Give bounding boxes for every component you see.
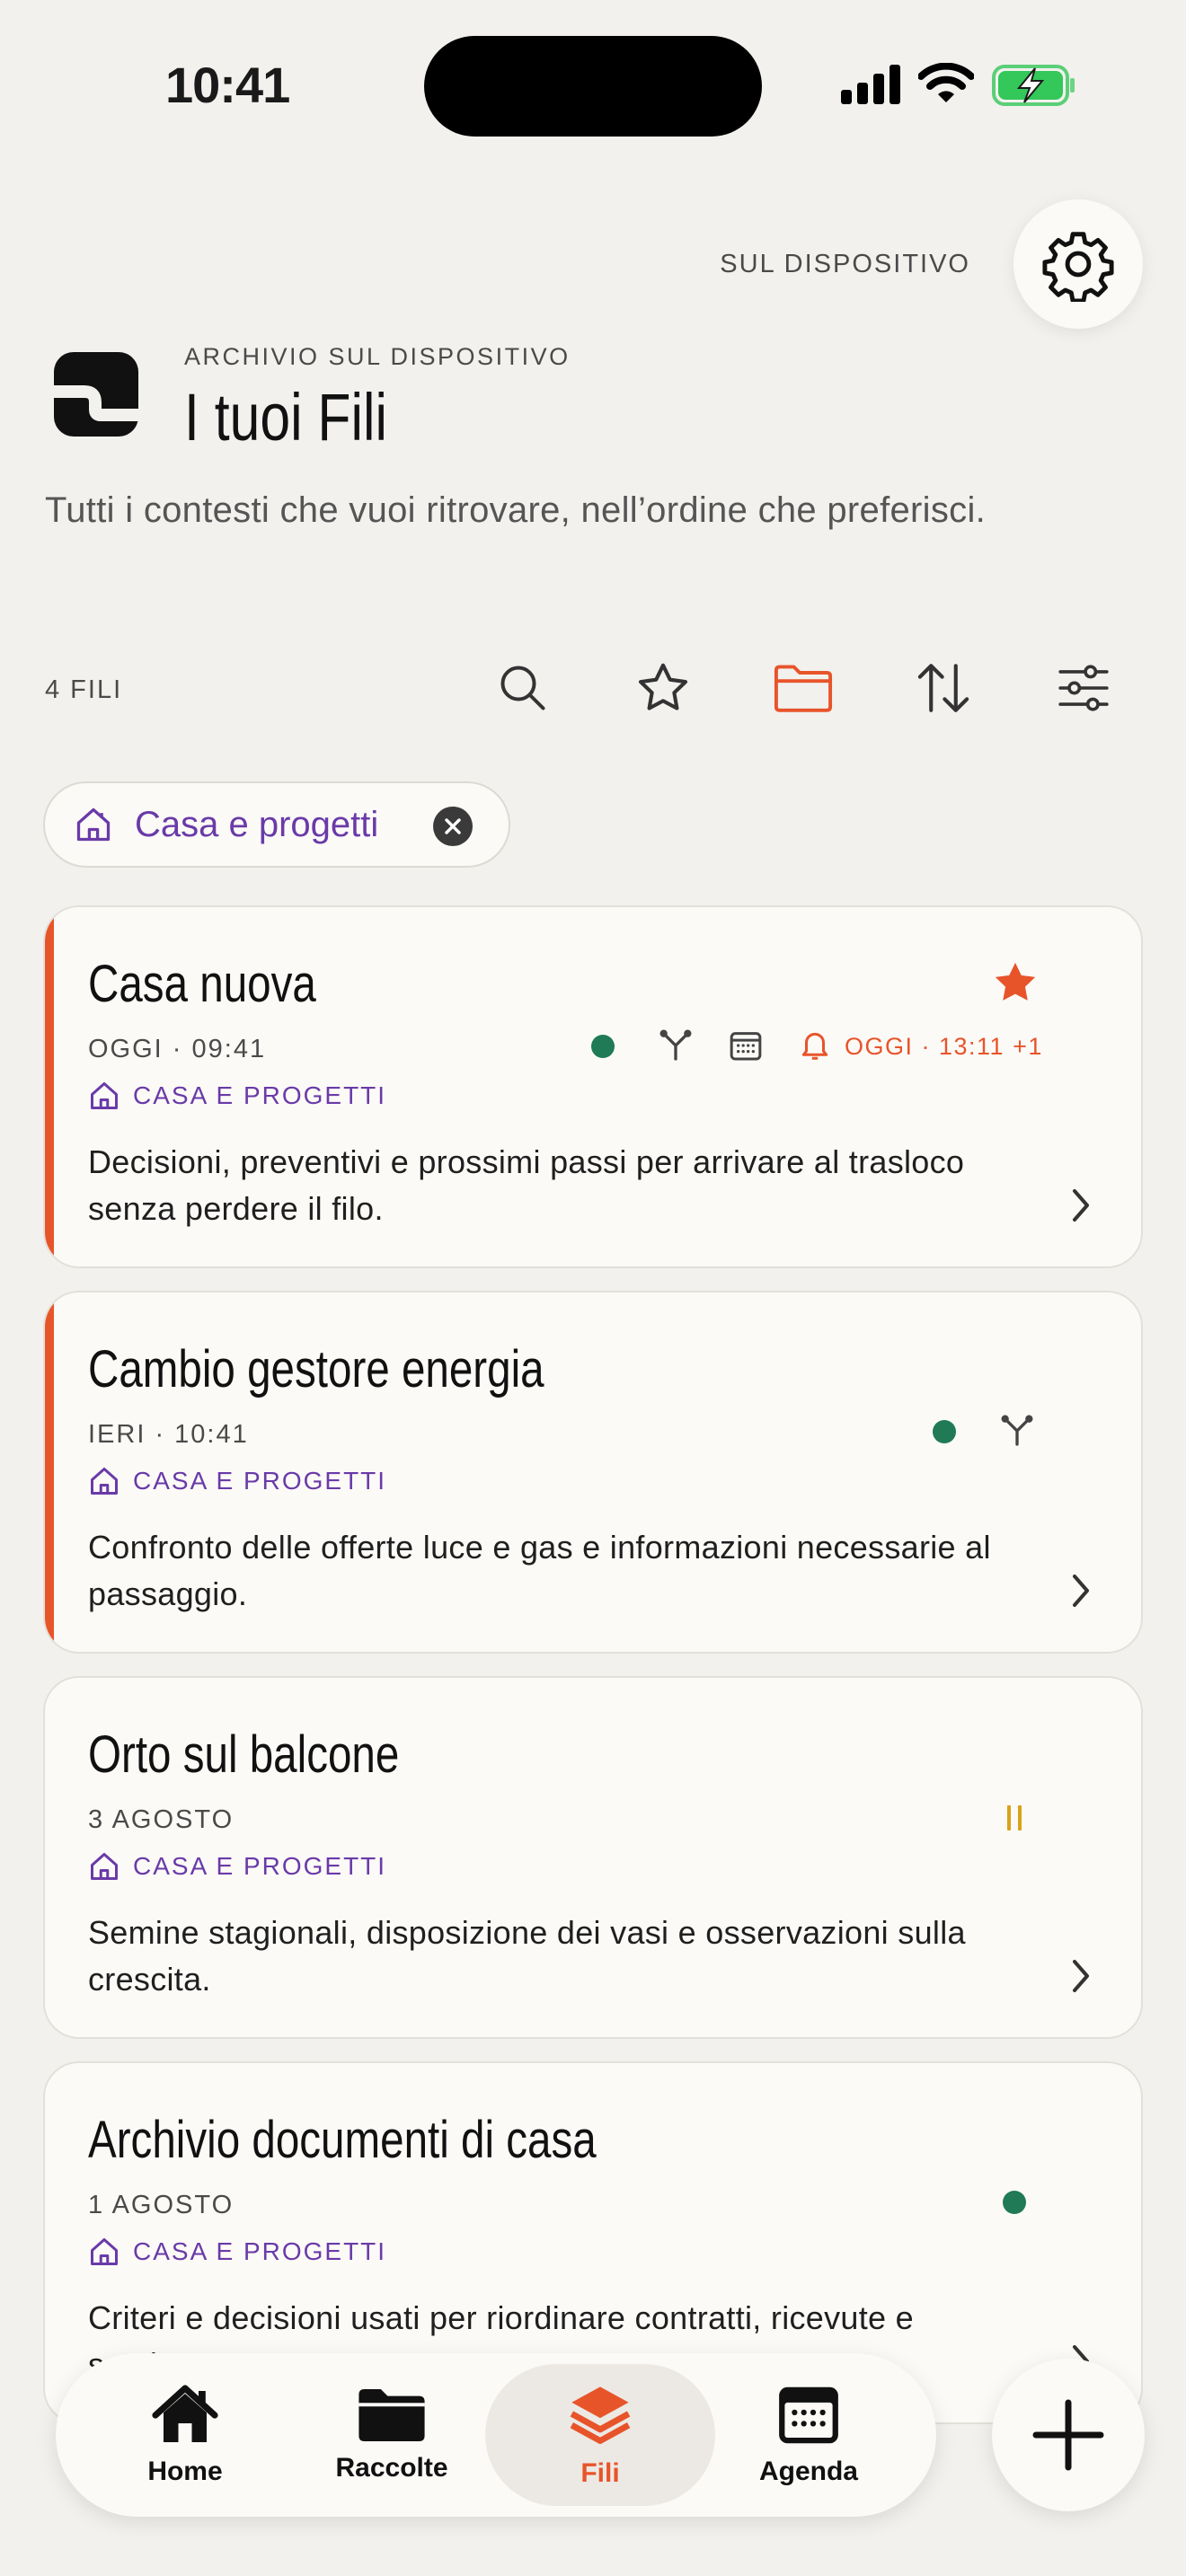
thread-description: Decisioni, preventivi e prossimi passi p… (88, 1143, 965, 1227)
thread-date: OGGI · 09:41 (88, 1035, 267, 1063)
thread-category: CASA E PROGETTI (133, 1467, 387, 1495)
threads-count: 4 FILI (45, 675, 123, 704)
thread-description: Semine stagionali, disposizione dei vasi… (88, 1914, 966, 1998)
reminder-label: OGGI · 13:11 +1 (845, 1033, 1043, 1060)
tab-fili-label: Fili (580, 2458, 620, 2488)
home-icon (152, 2385, 218, 2442)
status-time: 10:41 (165, 57, 290, 113)
filter-chip-label: Casa e progetti (135, 804, 379, 844)
thread-date: IERI · 10:41 (88, 1420, 249, 1449)
page-title: I tuoi Fili (184, 380, 387, 454)
thread-card[interactable]: Orto sul balcone 3 AGOSTO CASA E PROGETT… (43, 1676, 1143, 2039)
tab-home[interactable]: Home (77, 2353, 293, 2517)
branch-icon (1001, 1415, 1033, 1446)
chevron-right-icon (1073, 1575, 1089, 1607)
search-icon (500, 666, 545, 710)
tab-raccolte-label: Raccolte (335, 2453, 448, 2483)
pause-icon (1007, 1805, 1022, 1831)
sort-button[interactable] (907, 652, 979, 724)
tab-fili[interactable]: Fili (485, 2364, 715, 2506)
collections-filter-button[interactable] (767, 652, 839, 724)
sliders-icon (1058, 665, 1109, 711)
folder-icon (358, 2389, 425, 2441)
gear-icon (1042, 232, 1114, 302)
dynamic-island (424, 36, 762, 137)
home-icon (91, 1468, 118, 1495)
layers-icon (570, 2386, 631, 2444)
battery-charging-icon (992, 65, 1075, 106)
thread-card[interactable]: Casa nuova OGGI · 09:41 OGGI · 13:11 +1 … (43, 905, 1143, 1268)
cellular-signal-icon (841, 65, 900, 104)
thread-title: Archivio documenti di casa (88, 2111, 597, 2169)
archive-overline: ARCHIVIO SUL DISPOSITIVO (184, 343, 571, 370)
close-icon (445, 818, 461, 834)
active-status-dot (591, 1035, 615, 1058)
device-label: SUL DISPOSITIVO (720, 250, 970, 278)
home-icon (91, 1082, 118, 1109)
bell-icon (801, 1032, 828, 1060)
tab-bar: Home Raccolte Fili Agenda (56, 2353, 936, 2517)
thread-title: Casa nuova (88, 955, 316, 1013)
chevron-right-icon (1073, 1189, 1089, 1222)
wifi-icon (918, 63, 974, 102)
clear-filter-button[interactable] (433, 807, 473, 846)
thread-date: 3 AGOSTO (88, 1805, 235, 1834)
app-logo (54, 352, 138, 437)
star-outline-icon (638, 663, 688, 710)
active-status-dot (933, 1420, 956, 1443)
favorites-button[interactable] (627, 652, 699, 724)
thread-category: CASA E PROGETTI (133, 2237, 387, 2265)
add-thread-button[interactable] (992, 2359, 1145, 2511)
thread-date: 1 AGOSTO (88, 2191, 235, 2219)
settings-button[interactable] (1013, 199, 1143, 329)
active-status-dot (1003, 2191, 1026, 2214)
tab-raccolte[interactable]: Raccolte (284, 2353, 500, 2517)
calendar-icon (779, 2386, 838, 2444)
sort-arrows-icon (917, 664, 969, 712)
thread-title: Orto sul balcone (88, 1725, 400, 1784)
home-icon (76, 807, 111, 842)
folder-icon (774, 665, 833, 712)
star-filled-icon[interactable] (990, 957, 1040, 1008)
thread-card[interactable]: Cambio gestore energia IERI · 10:41 CASA… (43, 1291, 1143, 1654)
tab-home-label: Home (147, 2457, 223, 2486)
active-filter-chip[interactable]: Casa e progetti (43, 781, 510, 868)
plus-icon (1032, 2399, 1104, 2471)
thread-category: CASA E PROGETTI (133, 1852, 387, 1880)
filters-button[interactable] (1048, 652, 1120, 724)
tab-agenda-label: Agenda (758, 2457, 858, 2486)
search-button[interactable] (487, 652, 559, 724)
thread-category: CASA E PROGETTI (133, 1081, 387, 1109)
page-subtitle: Tutti i contesti che vuoi ritrovare, nel… (45, 490, 987, 530)
chevron-right-icon (1073, 1960, 1089, 1992)
thread-title: Cambio gestore energia (88, 1340, 544, 1398)
thread-description: Confronto delle offerte luce e gas e inf… (88, 1529, 991, 1612)
tab-agenda[interactable]: Agenda (701, 2353, 916, 2517)
home-icon (91, 2238, 118, 2265)
calendar-icon (730, 1032, 762, 1061)
home-icon (91, 1853, 118, 1880)
branch-icon (659, 1029, 692, 1061)
